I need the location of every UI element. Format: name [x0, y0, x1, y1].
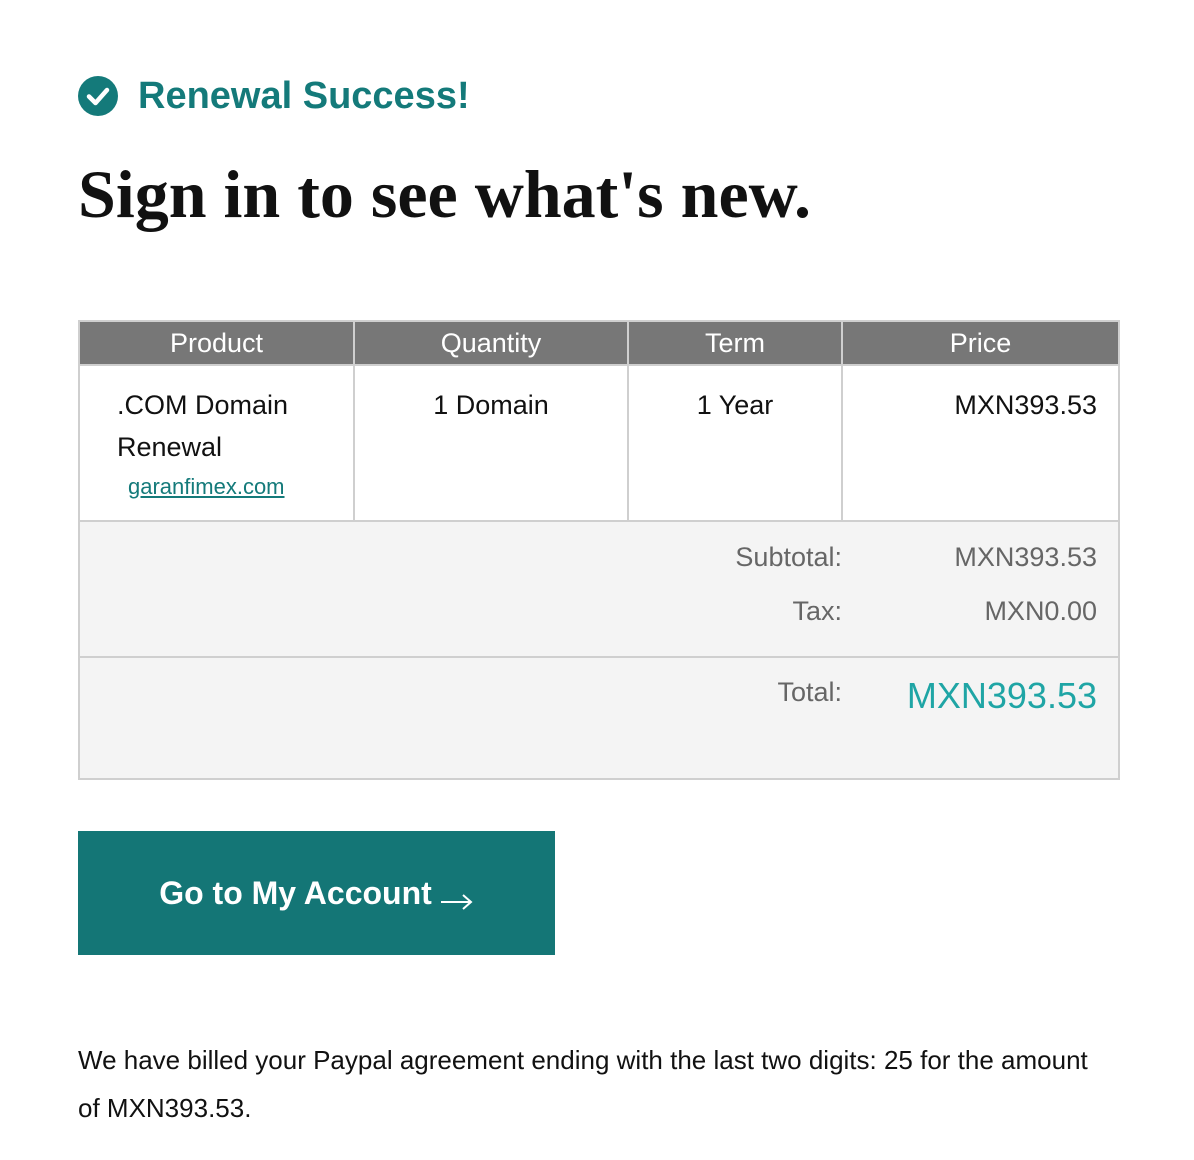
subtotal-value: MXN393.53: [954, 542, 1097, 572]
go-to-my-account-button[interactable]: Go to My Account: [78, 831, 555, 955]
product-name: .COM Domain Renewal: [117, 390, 289, 462]
summary-labels: Subtotal: Tax:: [78, 520, 842, 658]
summary-values: MXN393.53 MXN0.00: [842, 520, 1120, 658]
column-header-quantity: Quantity: [353, 320, 629, 366]
subtotal-tax-row: Subtotal: Tax: MXN393.53 MXN0.00: [78, 520, 1120, 658]
quantity-cell: 1 Domain: [353, 364, 629, 522]
column-header-price: Price: [841, 320, 1120, 366]
domain-link[interactable]: garanfimex.com: [128, 472, 353, 502]
total-row: Total: MXN393.53: [78, 656, 1120, 780]
product-cell: .COM Domain Renewal garanfimex.com: [78, 364, 355, 522]
order-table: Product Quantity Term Price .COM Domain …: [78, 320, 1120, 780]
arrow-right-icon: [440, 883, 474, 910]
check-circle-icon: [78, 76, 118, 116]
billing-note: We have billed your Paypal agreement end…: [78, 1045, 1088, 1123]
total-value: MXN393.53: [906, 675, 1097, 716]
column-header-term: Term: [627, 320, 843, 366]
page-title: Sign in to see what's new.: [78, 156, 811, 232]
total-value-cell: MXN393.53: [842, 656, 1120, 780]
term-cell: 1 Year: [627, 364, 843, 522]
status-text: Renewal Success!: [138, 75, 470, 117]
table-row: .COM Domain Renewal garanfimex.com 1 Dom…: [78, 364, 1120, 522]
status-banner: Renewal Success!: [78, 73, 470, 119]
total-label-cell: Total:: [78, 656, 842, 780]
subtotal-label: Subtotal:: [735, 542, 842, 572]
price-cell: MXN393.53: [841, 364, 1120, 522]
tax-label: Tax:: [792, 596, 842, 626]
total-label: Total:: [777, 677, 842, 707]
table-header-row: Product Quantity Term Price: [78, 320, 1120, 366]
go-to-my-account-label: Go to My Account: [159, 874, 432, 911]
tax-value: MXN0.00: [984, 596, 1097, 626]
column-header-product: Product: [78, 320, 355, 366]
